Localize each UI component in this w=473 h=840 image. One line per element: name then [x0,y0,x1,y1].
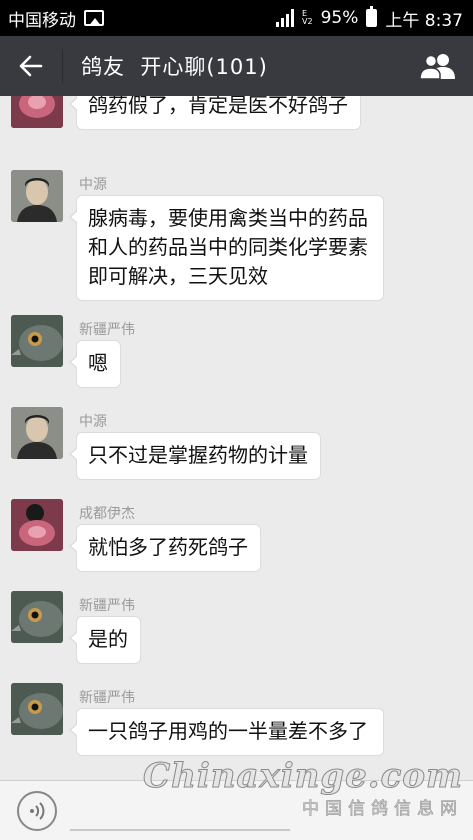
sender-name: 成都伊杰 [79,506,135,522]
man-portrait-avatar[interactable] [11,170,63,222]
group-members-icon [419,54,455,80]
message-text: 腺病毒，要使用禽类当中的药品和人的药品当中的同类化学要素即可解决，三天见效 [88,206,368,288]
message-bubble[interactable]: 腺病毒，要使用禽类当中的药品和人的药品当中的同类化学要素即可解决，三天见效 [69,195,384,301]
sender-name: 新疆严伟 [79,598,135,614]
message-bubble[interactable]: 鸽药假了，肯定是医不好鸽子 [69,96,361,130]
status-left: 中国移动 [8,6,104,31]
message-text: 嗯 [88,351,108,375]
message-bubble[interactable]: 就怕多了药死鸽子 [69,524,261,572]
back-button[interactable] [0,36,62,96]
voice-input-icon [30,802,45,820]
carrier-label: 中国移动 [8,10,76,31]
message-bubble[interactable]: 一只鸽子用鸡的一半量差不多了 [69,708,384,756]
sender-name: 中源 [79,414,107,430]
network-type-icon: E V2 [302,10,313,26]
message-text: 只不过是掌握药物的计量 [88,443,308,467]
status-bar: 中国移动 E V2 95% 上午 8:37 [0,0,473,36]
clock: 上午 8:37 [385,10,463,31]
message-input[interactable] [70,829,290,831]
message-list[interactable]: 鸽药假了，肯定是医不好鸽子 中源 腺病毒，要使用禽类当中的药品和人的药品当中的同… [0,96,473,780]
battery-percent: 95% [320,8,359,28]
status-right: E V2 95% 上午 8:37 [276,6,463,31]
chat-title: 鸽友 开心聊(101) [81,55,268,79]
man-portrait-avatar[interactable] [11,407,63,459]
voice-input-button[interactable] [17,791,57,831]
message-bubble[interactable]: 只不过是掌握药物的计量 [69,432,321,480]
group-members-button[interactable] [415,46,461,86]
sender-name: 中源 [79,177,107,193]
flower-avatar[interactable] [11,96,63,128]
message-text: 鸽药假了，肯定是医不好鸽子 [88,96,348,117]
message-text: 一只鸽子用鸡的一半量差不多了 [88,719,368,743]
message-text: 是的 [88,627,128,651]
sender-name: 新疆严伟 [79,690,135,706]
image-notification-icon [84,10,104,26]
message-text: 就怕多了药死鸽子 [88,535,248,559]
signal-icon [276,9,295,27]
input-bar [0,780,473,840]
pigeon-avatar[interactable] [11,591,63,643]
net-v2-label: V2 [302,17,313,26]
chat-header: 鸽友 开心聊(101) [0,36,473,96]
sender-name: 新疆严伟 [79,322,135,338]
message-bubble[interactable]: 是的 [69,616,141,664]
header-divider [62,49,63,83]
battery-icon [366,6,378,27]
pigeon-avatar[interactable] [11,683,63,735]
back-arrow-icon [19,55,43,77]
message-bubble[interactable]: 嗯 [69,340,121,388]
flower-avatar[interactable] [11,499,63,551]
pigeon-avatar[interactable] [11,315,63,367]
